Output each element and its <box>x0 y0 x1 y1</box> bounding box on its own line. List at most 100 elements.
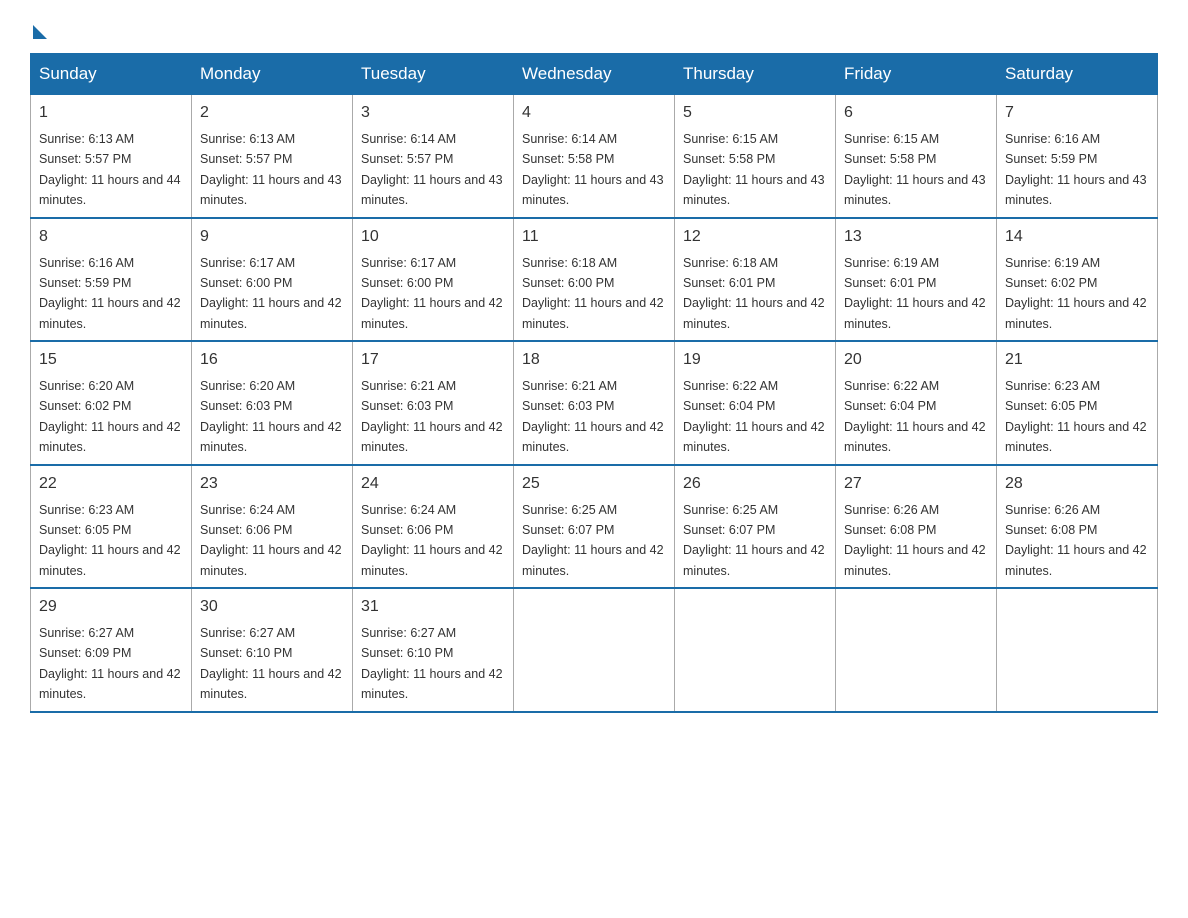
day-info: Sunrise: 6:24 AMSunset: 6:06 PMDaylight:… <box>361 503 503 578</box>
calendar-cell: 18 Sunrise: 6:21 AMSunset: 6:03 PMDaylig… <box>514 341 675 465</box>
day-info: Sunrise: 6:21 AMSunset: 6:03 PMDaylight:… <box>361 379 503 454</box>
day-info: Sunrise: 6:16 AMSunset: 5:59 PMDaylight:… <box>1005 132 1147 207</box>
day-info: Sunrise: 6:17 AMSunset: 6:00 PMDaylight:… <box>361 256 503 331</box>
day-number: 5 <box>683 101 827 125</box>
col-header-wednesday: Wednesday <box>514 54 675 95</box>
calendar-header: SundayMondayTuesdayWednesdayThursdayFrid… <box>31 54 1158 95</box>
calendar-cell: 22 Sunrise: 6:23 AMSunset: 6:05 PMDaylig… <box>31 465 192 589</box>
calendar-cell: 15 Sunrise: 6:20 AMSunset: 6:02 PMDaylig… <box>31 341 192 465</box>
day-info: Sunrise: 6:13 AMSunset: 5:57 PMDaylight:… <box>39 132 181 207</box>
calendar-cell: 1 Sunrise: 6:13 AMSunset: 5:57 PMDayligh… <box>31 95 192 218</box>
calendar-cell: 24 Sunrise: 6:24 AMSunset: 6:06 PMDaylig… <box>353 465 514 589</box>
page-header <box>30 20 1158 35</box>
calendar-cell: 23 Sunrise: 6:24 AMSunset: 6:06 PMDaylig… <box>192 465 353 589</box>
day-info: Sunrise: 6:17 AMSunset: 6:00 PMDaylight:… <box>200 256 342 331</box>
day-number: 18 <box>522 348 666 372</box>
calendar-cell: 6 Sunrise: 6:15 AMSunset: 5:58 PMDayligh… <box>836 95 997 218</box>
day-info: Sunrise: 6:27 AMSunset: 6:09 PMDaylight:… <box>39 626 181 701</box>
day-number: 28 <box>1005 472 1149 496</box>
day-info: Sunrise: 6:20 AMSunset: 6:02 PMDaylight:… <box>39 379 181 454</box>
day-info: Sunrise: 6:14 AMSunset: 5:58 PMDaylight:… <box>522 132 664 207</box>
day-number: 17 <box>361 348 505 372</box>
calendar-cell: 17 Sunrise: 6:21 AMSunset: 6:03 PMDaylig… <box>353 341 514 465</box>
day-info: Sunrise: 6:16 AMSunset: 5:59 PMDaylight:… <box>39 256 181 331</box>
calendar-cell: 7 Sunrise: 6:16 AMSunset: 5:59 PMDayligh… <box>997 95 1158 218</box>
calendar-cell: 21 Sunrise: 6:23 AMSunset: 6:05 PMDaylig… <box>997 341 1158 465</box>
calendar-cell: 25 Sunrise: 6:25 AMSunset: 6:07 PMDaylig… <box>514 465 675 589</box>
logo <box>30 20 47 35</box>
day-number: 16 <box>200 348 344 372</box>
calendar-cell: 20 Sunrise: 6:22 AMSunset: 6:04 PMDaylig… <box>836 341 997 465</box>
day-number: 10 <box>361 225 505 249</box>
day-info: Sunrise: 6:26 AMSunset: 6:08 PMDaylight:… <box>1005 503 1147 578</box>
day-info: Sunrise: 6:25 AMSunset: 6:07 PMDaylight:… <box>522 503 664 578</box>
calendar-week-3: 15 Sunrise: 6:20 AMSunset: 6:02 PMDaylig… <box>31 341 1158 465</box>
day-info: Sunrise: 6:20 AMSunset: 6:03 PMDaylight:… <box>200 379 342 454</box>
calendar-cell: 14 Sunrise: 6:19 AMSunset: 6:02 PMDaylig… <box>997 218 1158 342</box>
calendar-cell: 16 Sunrise: 6:20 AMSunset: 6:03 PMDaylig… <box>192 341 353 465</box>
day-info: Sunrise: 6:21 AMSunset: 6:03 PMDaylight:… <box>522 379 664 454</box>
day-info: Sunrise: 6:27 AMSunset: 6:10 PMDaylight:… <box>361 626 503 701</box>
calendar-cell <box>997 588 1158 712</box>
calendar-cell: 13 Sunrise: 6:19 AMSunset: 6:01 PMDaylig… <box>836 218 997 342</box>
day-number: 31 <box>361 595 505 619</box>
day-number: 24 <box>361 472 505 496</box>
calendar-cell: 4 Sunrise: 6:14 AMSunset: 5:58 PMDayligh… <box>514 95 675 218</box>
calendar-cell: 9 Sunrise: 6:17 AMSunset: 6:00 PMDayligh… <box>192 218 353 342</box>
day-number: 21 <box>1005 348 1149 372</box>
day-info: Sunrise: 6:15 AMSunset: 5:58 PMDaylight:… <box>844 132 986 207</box>
day-info: Sunrise: 6:25 AMSunset: 6:07 PMDaylight:… <box>683 503 825 578</box>
col-header-monday: Monday <box>192 54 353 95</box>
logo-arrow-icon <box>33 25 47 39</box>
calendar-cell: 11 Sunrise: 6:18 AMSunset: 6:00 PMDaylig… <box>514 218 675 342</box>
col-header-thursday: Thursday <box>675 54 836 95</box>
day-info: Sunrise: 6:23 AMSunset: 6:05 PMDaylight:… <box>39 503 181 578</box>
day-number: 26 <box>683 472 827 496</box>
day-number: 20 <box>844 348 988 372</box>
day-number: 6 <box>844 101 988 125</box>
calendar-cell: 19 Sunrise: 6:22 AMSunset: 6:04 PMDaylig… <box>675 341 836 465</box>
day-number: 7 <box>1005 101 1149 125</box>
day-number: 12 <box>683 225 827 249</box>
day-info: Sunrise: 6:22 AMSunset: 6:04 PMDaylight:… <box>683 379 825 454</box>
day-number: 30 <box>200 595 344 619</box>
calendar-cell: 12 Sunrise: 6:18 AMSunset: 6:01 PMDaylig… <box>675 218 836 342</box>
day-info: Sunrise: 6:22 AMSunset: 6:04 PMDaylight:… <box>844 379 986 454</box>
day-number: 1 <box>39 101 183 125</box>
day-number: 22 <box>39 472 183 496</box>
calendar-cell: 28 Sunrise: 6:26 AMSunset: 6:08 PMDaylig… <box>997 465 1158 589</box>
day-info: Sunrise: 6:18 AMSunset: 6:01 PMDaylight:… <box>683 256 825 331</box>
day-info: Sunrise: 6:19 AMSunset: 6:02 PMDaylight:… <box>1005 256 1147 331</box>
day-info: Sunrise: 6:18 AMSunset: 6:00 PMDaylight:… <box>522 256 664 331</box>
day-number: 19 <box>683 348 827 372</box>
calendar-cell: 8 Sunrise: 6:16 AMSunset: 5:59 PMDayligh… <box>31 218 192 342</box>
col-header-sunday: Sunday <box>31 54 192 95</box>
calendar-week-2: 8 Sunrise: 6:16 AMSunset: 5:59 PMDayligh… <box>31 218 1158 342</box>
calendar-table: SundayMondayTuesdayWednesdayThursdayFrid… <box>30 53 1158 713</box>
day-info: Sunrise: 6:23 AMSunset: 6:05 PMDaylight:… <box>1005 379 1147 454</box>
day-info: Sunrise: 6:13 AMSunset: 5:57 PMDaylight:… <box>200 132 342 207</box>
day-number: 23 <box>200 472 344 496</box>
calendar-cell: 30 Sunrise: 6:27 AMSunset: 6:10 PMDaylig… <box>192 588 353 712</box>
calendar-week-5: 29 Sunrise: 6:27 AMSunset: 6:09 PMDaylig… <box>31 588 1158 712</box>
day-info: Sunrise: 6:14 AMSunset: 5:57 PMDaylight:… <box>361 132 503 207</box>
calendar-cell: 2 Sunrise: 6:13 AMSunset: 5:57 PMDayligh… <box>192 95 353 218</box>
calendar-cell: 26 Sunrise: 6:25 AMSunset: 6:07 PMDaylig… <box>675 465 836 589</box>
calendar-cell: 31 Sunrise: 6:27 AMSunset: 6:10 PMDaylig… <box>353 588 514 712</box>
calendar-week-4: 22 Sunrise: 6:23 AMSunset: 6:05 PMDaylig… <box>31 465 1158 589</box>
day-number: 29 <box>39 595 183 619</box>
calendar-cell: 29 Sunrise: 6:27 AMSunset: 6:09 PMDaylig… <box>31 588 192 712</box>
day-number: 25 <box>522 472 666 496</box>
day-info: Sunrise: 6:15 AMSunset: 5:58 PMDaylight:… <box>683 132 825 207</box>
calendar-cell: 5 Sunrise: 6:15 AMSunset: 5:58 PMDayligh… <box>675 95 836 218</box>
day-number: 9 <box>200 225 344 249</box>
day-number: 11 <box>522 225 666 249</box>
day-number: 8 <box>39 225 183 249</box>
day-number: 4 <box>522 101 666 125</box>
day-number: 27 <box>844 472 988 496</box>
day-number: 14 <box>1005 225 1149 249</box>
calendar-cell <box>836 588 997 712</box>
calendar-cell: 10 Sunrise: 6:17 AMSunset: 6:00 PMDaylig… <box>353 218 514 342</box>
day-info: Sunrise: 6:19 AMSunset: 6:01 PMDaylight:… <box>844 256 986 331</box>
day-number: 2 <box>200 101 344 125</box>
